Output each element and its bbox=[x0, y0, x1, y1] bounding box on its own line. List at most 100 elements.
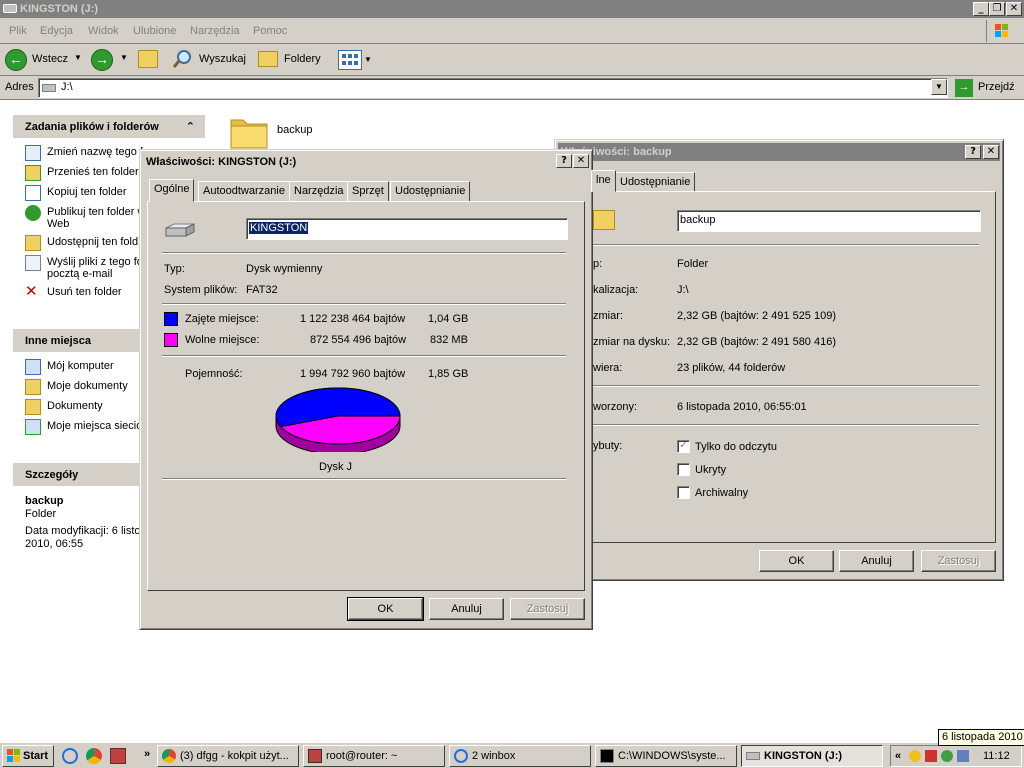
readonly-label[interactable]: Tylko do odczytu bbox=[695, 441, 777, 453]
drive-cancel-button[interactable]: Anuluj bbox=[429, 598, 504, 620]
views-dropdown-icon[interactable]: ▼ bbox=[364, 55, 372, 64]
go-button-label[interactable]: Przejdź bbox=[978, 81, 1015, 93]
separator bbox=[162, 355, 566, 357]
drive-dialog-help-button[interactable]: ? bbox=[556, 154, 572, 168]
clock[interactable]: 11:12 bbox=[983, 746, 1010, 766]
go-arrow-icon[interactable]: → bbox=[955, 79, 973, 97]
drive-dialog-title-bar[interactable]: Właściwości: KINGSTON (J:) bbox=[143, 153, 589, 171]
drive-ok-button[interactable]: OK bbox=[347, 597, 424, 621]
collapse-chevron-icon[interactable]: ⌃ bbox=[186, 115, 195, 139]
used-space-bytes: 1 122 238 464 bajtów bbox=[300, 313, 406, 325]
folder-name-input[interactable]: backup bbox=[677, 210, 981, 232]
views-icon[interactable] bbox=[338, 50, 362, 70]
separator bbox=[162, 303, 566, 305]
taskbar-button-winbox[interactable]: 2 winbox bbox=[449, 745, 591, 767]
folder-icon bbox=[25, 399, 41, 415]
address-input[interactable]: J:\ ▼ bbox=[38, 78, 948, 98]
taskbar-button-cmd[interactable]: C:\WINDOWS\syste... bbox=[595, 745, 737, 767]
folders-button-label[interactable]: Foldery bbox=[284, 53, 321, 65]
separator bbox=[162, 252, 566, 254]
folder-ok-button[interactable]: OK bbox=[759, 550, 834, 572]
tray-icon-2[interactable] bbox=[925, 750, 937, 762]
taskbar-button-explorer[interactable]: KINGSTON (J:) bbox=[741, 745, 883, 767]
menu-favorites[interactable]: Ulubione bbox=[133, 25, 176, 37]
drive-dialog-title: Właściwości: KINGSTON (J:) bbox=[146, 156, 297, 168]
move-icon bbox=[25, 165, 41, 181]
folder-dialog-close-button[interactable]: ✕ bbox=[983, 145, 999, 159]
archive-checkbox[interactable] bbox=[677, 486, 690, 499]
free-space-bytes: 872 554 496 bajtów bbox=[310, 334, 407, 346]
back-dropdown-icon[interactable]: ▼ bbox=[74, 53, 82, 62]
size-on-disk-label: zmiar na dysku: bbox=[593, 336, 671, 348]
window-title-bar[interactable]: KINGSTON (J:) bbox=[0, 0, 1024, 18]
hidden-label[interactable]: Ukryty bbox=[695, 464, 726, 476]
back-button-label[interactable]: Wstecz bbox=[32, 53, 68, 65]
disk-usage-pie bbox=[275, 387, 401, 452]
quicklaunch-ie-icon[interactable] bbox=[62, 748, 78, 764]
tab-general[interactable]: lne bbox=[591, 170, 616, 192]
filesystem-value: FAT32 bbox=[246, 284, 278, 296]
menu-tools[interactable]: Narzędzia bbox=[190, 25, 240, 37]
readonly-checkbox[interactable]: ✓ bbox=[677, 440, 690, 453]
size-value: 2,32 GB (bajtów: 2 491 525 109) bbox=[677, 310, 836, 322]
free-space-size: 832 MB bbox=[430, 334, 468, 346]
separator bbox=[162, 478, 566, 480]
separator bbox=[591, 244, 979, 246]
folder-general-panel: backup p: Folder kalizacja: J:\ zmiar: 2… bbox=[562, 191, 996, 543]
close-button[interactable]: ✕ bbox=[1006, 2, 1022, 16]
tab-sharing[interactable]: Udostępnianie bbox=[390, 181, 471, 201]
address-dropdown-icon[interactable]: ▼ bbox=[931, 79, 947, 95]
archive-label[interactable]: Archiwalny bbox=[695, 487, 748, 499]
drive-type-label: Typ: bbox=[164, 263, 185, 275]
restore-button[interactable]: ❐ bbox=[989, 2, 1005, 16]
tab-sharing[interactable]: Udostępnianie bbox=[615, 172, 696, 192]
cmd-icon bbox=[600, 749, 614, 763]
folder-dialog-title-bar[interactable]: Właściwości: backup bbox=[558, 143, 1000, 161]
hidden-checkbox[interactable] bbox=[677, 463, 690, 476]
forward-arrow-icon[interactable]: → bbox=[91, 49, 113, 71]
system-tray: « 11:12 bbox=[890, 745, 1022, 767]
quicklaunch-app-icon[interactable] bbox=[110, 748, 126, 764]
folder-dialog-help-button[interactable]: ? bbox=[965, 145, 981, 159]
folder-cancel-button[interactable]: Anuluj bbox=[839, 550, 914, 572]
backup-folder-item[interactable]: backup bbox=[229, 112, 319, 152]
tab-general[interactable]: Ogólne bbox=[149, 179, 195, 202]
globe-icon bbox=[25, 205, 41, 221]
rename-icon bbox=[25, 145, 41, 161]
quicklaunch-overflow-icon[interactable]: » bbox=[144, 748, 150, 760]
drive-label-input[interactable]: KINGSTON bbox=[246, 218, 568, 240]
tab-autoplay[interactable]: Autoodtwarzanie bbox=[198, 181, 290, 201]
folder-apply-button[interactable]: Zastosuj bbox=[921, 550, 996, 572]
chrome-icon bbox=[162, 749, 176, 763]
up-folder-icon[interactable] bbox=[138, 50, 158, 68]
back-arrow-icon[interactable]: ← bbox=[5, 49, 27, 71]
tab-tools[interactable]: Narzędzia bbox=[289, 181, 349, 201]
tray-icon-4[interactable] bbox=[957, 750, 969, 762]
tray-icon-3[interactable] bbox=[941, 750, 953, 762]
menu-file[interactable]: Plik bbox=[9, 25, 27, 37]
search-icon[interactable] bbox=[172, 49, 191, 68]
envelope-icon bbox=[25, 255, 41, 271]
share-icon bbox=[25, 235, 41, 251]
quicklaunch-chrome-icon[interactable] bbox=[86, 748, 102, 764]
folders-icon[interactable] bbox=[258, 51, 278, 67]
taskbar-button-terminal[interactable]: root@router: ~ bbox=[303, 745, 445, 767]
forward-dropdown-icon[interactable]: ▼ bbox=[120, 53, 128, 62]
tab-hardware[interactable]: Sprzęt bbox=[347, 181, 389, 201]
tray-icon-1[interactable] bbox=[909, 750, 921, 762]
menu-edit[interactable]: Edycja bbox=[40, 25, 73, 37]
tasks-header[interactable]: Zadania plików i folderów ⌃ bbox=[13, 115, 205, 139]
free-space-label: Wolne miejsce: bbox=[185, 334, 260, 346]
start-button[interactable]: Start bbox=[2, 745, 54, 767]
search-button-label[interactable]: Wyszukaj bbox=[199, 53, 246, 65]
minimize-button[interactable]: _ bbox=[973, 2, 989, 16]
used-space-size: 1,04 GB bbox=[428, 313, 469, 325]
menu-help[interactable]: Pomoc bbox=[253, 25, 287, 37]
type-value: Folder bbox=[677, 258, 709, 270]
menu-view[interactable]: Widok bbox=[88, 25, 119, 37]
drive-dialog-close-button[interactable]: ✕ bbox=[573, 154, 589, 168]
taskbar-button-browser[interactable]: (3) dfgg - kokpit użyt... bbox=[157, 745, 299, 767]
tray-expand-icon[interactable]: « bbox=[895, 746, 901, 766]
drive-apply-button[interactable]: Zastosuj bbox=[510, 598, 585, 620]
type-label: p: bbox=[593, 258, 603, 270]
